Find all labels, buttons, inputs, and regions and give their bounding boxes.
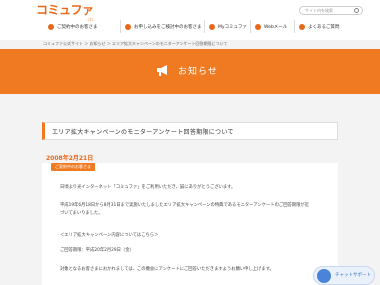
site-header: コミュファ ctc サイト内を検索 ご契約中のお客さま お申し込みをご検討中のお…: [0, 0, 380, 40]
nav-item-label: Webメール: [264, 24, 288, 30]
person-icon: [48, 23, 54, 30]
cart-icon: [125, 23, 131, 30]
nav-item-current-customers[interactable]: ご契約中のお客さま: [44, 20, 120, 33]
nav-item-label: お申し込みをご検討中のお客さま: [134, 24, 202, 30]
nav-item-faq[interactable]: よくあるご質問: [294, 20, 350, 33]
page-banner: お知らせ: [0, 49, 380, 94]
page-title: お知らせ: [178, 67, 218, 77]
chat-support-button[interactable]: チャットサポート: [313, 266, 375, 285]
search-input[interactable]: サイト内を検索: [299, 6, 363, 15]
chat-support-label: チャットサポート: [335, 273, 371, 278]
article-paragraph: 日頃より光インターネット「コミュファ」をご利用いただき、誠にありがとうございます…: [60, 185, 236, 190]
article-date: 2008年2月21日: [46, 155, 94, 162]
nav-item-label: Myコミュファ: [218, 24, 248, 30]
article-paragraph: ご回答期限：平成20年2月29日（金）: [60, 248, 134, 253]
search-icon[interactable]: [354, 8, 359, 13]
logo-main-text: コミュファ: [36, 3, 94, 17]
article-body: ご契約中のお客さま 日頃より光インターネット「コミュファ」をご利用いただき、誠に…: [42, 163, 338, 285]
nav-item-label: ご契約中のお客さま: [57, 24, 98, 30]
nav-item-label: よくあるご質問: [308, 24, 340, 30]
article-paragraph: 平成19年6月18日から8月31日まで実施いたしましたエリア拡大キャンペーンの特…: [60, 203, 309, 216]
article-title-box: エリア拡大キャンペーンのモニターアンケート回答期限について: [42, 122, 338, 140]
global-nav: ご契約中のお客さま お申し込みをご検討中のお客さま Myコミュファ Webメール…: [0, 20, 380, 33]
nav-item-prospective-customers[interactable]: お申し込みをご検討中のお客さま: [120, 20, 204, 33]
chat-bot-icon: [317, 269, 331, 283]
campaign-link[interactable]: ＜エリア拡大キャンペーン内容についてはこちら＞: [60, 232, 310, 240]
breadcrumb: コミュファ公式サイト ＞ お知らせ ＞ エリア拡大キャンペーンのモニターアンケー…: [43, 41, 228, 46]
nav-item-my-commufa[interactable]: Myコミュファ: [204, 20, 250, 33]
megaphone-icon: [157, 65, 167, 76]
category-badge: ご契約中のお客さま: [51, 163, 95, 171]
question-icon: [299, 23, 305, 30]
heart-icon: [209, 23, 215, 30]
mail-icon: [255, 23, 261, 30]
search-placeholder: サイト内を検索: [305, 8, 333, 13]
article-paragraph: 対象となるお客さまにおかれましては、この機会にアンケートにご回答いただきますよう…: [60, 267, 274, 272]
nav-item-webmail[interactable]: Webメール: [250, 20, 294, 33]
main-content: エリア拡大キャンペーンのモニターアンケート回答期限について 2008年2月21日…: [0, 94, 380, 285]
article-title: エリア拡大キャンペーンのモニターアンケート回答期限について: [52, 128, 234, 136]
